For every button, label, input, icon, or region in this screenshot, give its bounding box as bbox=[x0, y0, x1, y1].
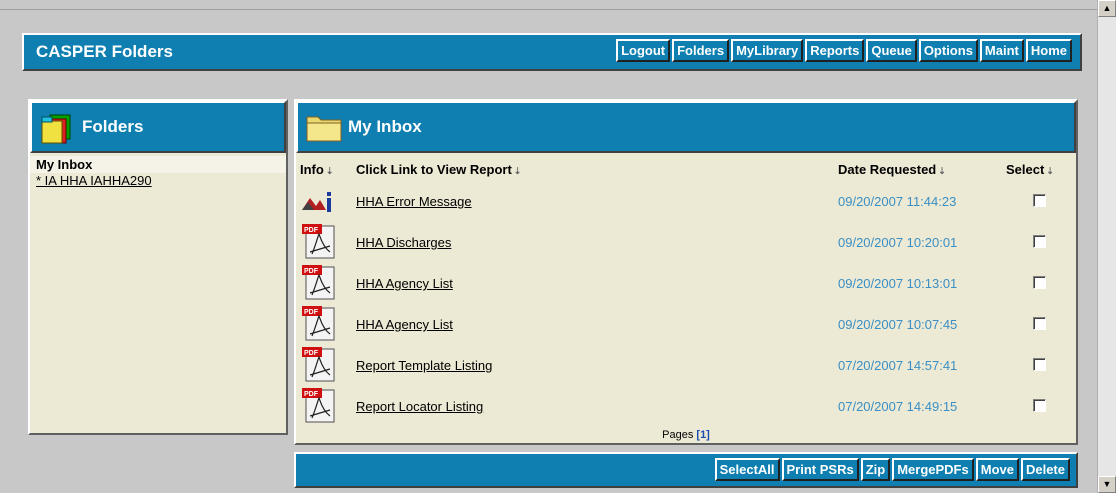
table-row: PDF HHA Discharges 09/20/2007 10:20:01 bbox=[296, 222, 1076, 263]
table-row: HHA Error Message 09/20/2007 11:44:23 bbox=[296, 181, 1076, 222]
report-link[interactable]: HHA Error Message bbox=[356, 194, 472, 209]
svg-text:PDF: PDF bbox=[304, 309, 319, 316]
table-header-row: Info ⇣ Click Link to View Report ⇣ Date Re… bbox=[296, 157, 1076, 181]
sort-arrow-icon: ⇣ bbox=[1046, 165, 1054, 176]
col-date-header[interactable]: Date Requested ⇣ bbox=[834, 157, 1002, 181]
inbox-panel: My Inbox Info ⇣ Click Link to View Report… bbox=[294, 99, 1078, 445]
report-date: 07/20/2007 14:57:41 bbox=[838, 358, 958, 373]
sort-arrow-icon: ⇣ bbox=[325, 165, 334, 176]
folder-link[interactable]: * IA HHA IAHHA290 bbox=[36, 173, 280, 188]
pages-label: Pages bbox=[662, 429, 694, 441]
select-checkbox[interactable] bbox=[1032, 316, 1046, 330]
table-row: PDF HHA Agency List 09/20/2007 10:07:45 bbox=[296, 304, 1076, 345]
col-select-label: Select bbox=[1006, 161, 1045, 177]
report-link[interactable]: HHA Discharges bbox=[356, 235, 451, 250]
nav-home-button[interactable]: Home bbox=[1025, 39, 1072, 62]
scroll-down-icon[interactable]: ▼ bbox=[1098, 476, 1116, 493]
report-date: 09/20/2007 11:44:23 bbox=[838, 194, 957, 209]
select-checkbox[interactable] bbox=[1032, 275, 1046, 289]
scrollbar-track[interactable] bbox=[1098, 17, 1116, 476]
nav-reports-button[interactable]: Reports bbox=[805, 39, 865, 62]
nav-folders-button[interactable]: Folders bbox=[672, 39, 730, 62]
col-report-label: Click Link to View Report bbox=[356, 161, 512, 177]
select-checkbox[interactable] bbox=[1032, 398, 1046, 412]
inbox-panel-header: My Inbox bbox=[296, 101, 1076, 153]
nav-queue-button[interactable]: Queue bbox=[866, 39, 917, 62]
svg-text:PDF: PDF bbox=[304, 268, 319, 275]
select-checkbox[interactable] bbox=[1032, 234, 1046, 248]
report-link[interactable]: HHA Agency List bbox=[356, 317, 453, 332]
svg-text:PDF: PDF bbox=[304, 227, 319, 234]
col-report-header[interactable]: Click Link to View Report ⇣ bbox=[352, 157, 834, 181]
page-link[interactable]: [1] bbox=[696, 429, 709, 441]
report-date: 07/20/2007 14:49:15 bbox=[838, 399, 958, 414]
svg-text:PDF: PDF bbox=[304, 350, 319, 357]
nav-bar: Logout Folders MyLibrary Reports Queue O… bbox=[614, 39, 1072, 62]
report-date: 09/20/2007 10:13:01 bbox=[838, 276, 958, 291]
folders-icon bbox=[41, 114, 71, 144]
table-row: PDF Report Template Listing 07/20/2007 1… bbox=[296, 345, 1076, 386]
col-select-header[interactable]: Select ⇣ bbox=[1002, 157, 1076, 181]
report-date: 09/20/2007 10:07:45 bbox=[838, 317, 958, 332]
inbox-panel-title: My Inbox bbox=[348, 117, 422, 136]
print-psrs-button[interactable]: Print PSRs bbox=[781, 458, 859, 481]
pdf-icon[interactable]: PDF bbox=[300, 222, 336, 260]
col-info-header[interactable]: Info ⇣ bbox=[296, 157, 352, 181]
merge-pdfs-button[interactable]: MergePDFs bbox=[892, 458, 974, 481]
app-header: CASPER Folders Logout Folders MyLibrary … bbox=[22, 33, 1082, 71]
pagination: Pages [1] bbox=[296, 429, 1076, 441]
pdf-icon[interactable]: PDF bbox=[300, 304, 336, 342]
folder-icon bbox=[306, 116, 342, 142]
pdf-icon[interactable]: PDF bbox=[300, 386, 336, 424]
table-row: PDF HHA Agency List 09/20/2007 10:13:01 bbox=[296, 263, 1076, 304]
zip-button[interactable]: Zip bbox=[860, 458, 891, 481]
table-row: PDF Report Locator Listing 07/20/2007 14… bbox=[296, 386, 1076, 427]
nav-options-button[interactable]: Options bbox=[918, 39, 978, 62]
action-bar: SelectAll Print PSRs Zip MergePDFs Move … bbox=[294, 452, 1078, 488]
nav-maint-button[interactable]: Maint bbox=[979, 39, 1024, 62]
select-checkbox[interactable] bbox=[1032, 193, 1046, 207]
sort-arrow-icon: ⇣ bbox=[513, 165, 522, 176]
report-link[interactable]: HHA Agency List bbox=[356, 276, 453, 291]
select-all-button[interactable]: SelectAll bbox=[714, 458, 780, 481]
vertical-scrollbar[interactable]: ▲ ▼ bbox=[1097, 0, 1116, 493]
nav-logout-button[interactable]: Logout bbox=[616, 39, 671, 62]
nav-mylibrary-button[interactable]: MyLibrary bbox=[731, 39, 804, 62]
pdf-icon[interactable]: PDF bbox=[300, 263, 336, 301]
delete-button[interactable]: Delete bbox=[1020, 458, 1070, 481]
pdf-icon[interactable]: PDF bbox=[300, 345, 336, 383]
col-info-label: Info bbox=[300, 161, 324, 177]
report-date: 09/20/2007 10:20:01 bbox=[838, 235, 958, 250]
report-link[interactable]: Report Locator Listing bbox=[356, 399, 483, 414]
scroll-up-icon[interactable]: ▲ bbox=[1098, 0, 1116, 17]
current-folder-label: My Inbox bbox=[30, 156, 286, 173]
jpeg-icon[interactable] bbox=[300, 186, 334, 214]
reports-table: Info ⇣ Click Link to View Report ⇣ Date Re… bbox=[296, 157, 1076, 427]
svg-text:PDF: PDF bbox=[304, 391, 319, 398]
report-link[interactable]: Report Template Listing bbox=[356, 358, 492, 373]
move-button[interactable]: Move bbox=[975, 458, 1019, 481]
folders-panel: Folders My Inbox * IA HHA IAHHA290 bbox=[28, 99, 288, 435]
browser-top-edge bbox=[0, 0, 1098, 10]
app-title: CASPER Folders bbox=[36, 42, 173, 61]
sort-arrow-icon: ⇣ bbox=[938, 165, 946, 176]
col-date-label: Date Requested bbox=[838, 161, 937, 177]
folders-panel-title: Folders bbox=[82, 117, 144, 136]
folders-panel-header: Folders bbox=[30, 101, 286, 153]
select-checkbox[interactable] bbox=[1032, 357, 1046, 371]
